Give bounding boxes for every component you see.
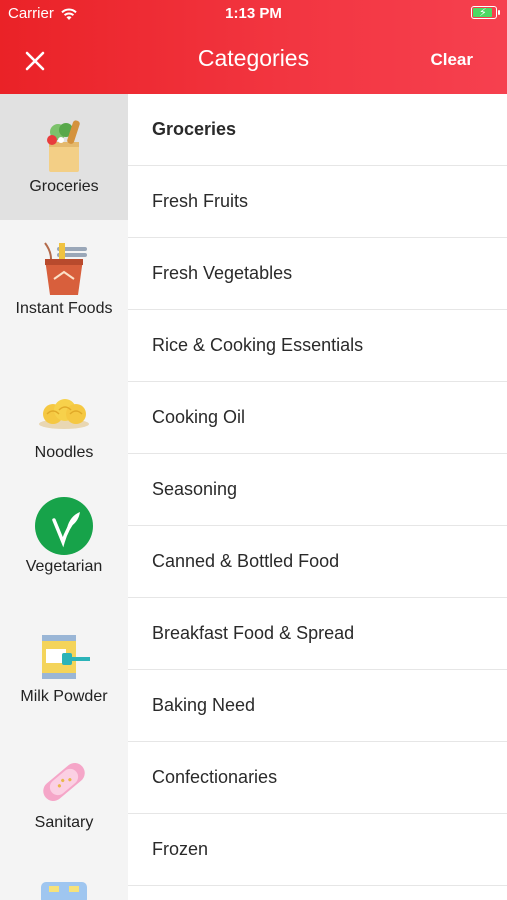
sidebar-item-groceries[interactable]: Groceries	[0, 94, 128, 220]
battery-icon: ⚡	[471, 6, 500, 19]
noodles-icon	[34, 382, 94, 442]
list-header-groceries[interactable]: Groceries	[128, 94, 507, 166]
nav-bar: Categories Clear	[0, 28, 507, 94]
subcategory-list: Groceries Fresh Fruits Fresh Vegetables …	[128, 94, 507, 900]
milk-powder-can-icon	[34, 626, 94, 686]
list-item[interactable]: Canned & Bottled Food	[128, 526, 507, 598]
sidebar-item-partial[interactable]	[0, 876, 128, 900]
list-item[interactable]: Confectionaries	[128, 742, 507, 814]
list-item[interactable]: Cooking Oil	[128, 382, 507, 454]
list-item[interactable]: Fresh Fruits	[128, 166, 507, 238]
clock: 1:13 PM	[225, 5, 282, 22]
instant-noodle-cup-icon	[34, 238, 94, 298]
diaper-icon	[39, 876, 89, 900]
sidebar-item-instant-foods[interactable]: Instant Foods	[0, 220, 128, 360]
list-item[interactable]: Seasoning	[128, 454, 507, 526]
category-sidebar: Groceries Instant Foods Noodles Vegetari…	[0, 94, 128, 900]
list-item[interactable]: Fresh Vegetables	[128, 238, 507, 310]
sidebar-item-noodles[interactable]: Noodles	[0, 360, 128, 480]
sidebar-item-vegetarian[interactable]: Vegetarian	[0, 480, 128, 606]
clear-button[interactable]: Clear	[430, 50, 473, 70]
app-header: Carrier 1:13 PM ⚡ Categories Clear	[0, 0, 507, 94]
list-item[interactable]: Breakfast Food & Spread	[128, 598, 507, 670]
list-item[interactable]: Baking Need	[128, 670, 507, 742]
sidebar-item-milk-powder[interactable]: Milk Powder	[0, 606, 128, 732]
list-item[interactable]: Frozen	[128, 814, 507, 886]
sanitary-pad-icon	[34, 752, 94, 812]
sidebar-item-sanitary[interactable]: Sanitary	[0, 732, 128, 858]
vegetarian-leaf-icon	[34, 496, 94, 556]
list-item[interactable]: Rice & Cooking Essentials	[128, 310, 507, 382]
status-bar: Carrier 1:13 PM ⚡	[0, 0, 507, 28]
grocery-bag-icon	[34, 116, 94, 176]
